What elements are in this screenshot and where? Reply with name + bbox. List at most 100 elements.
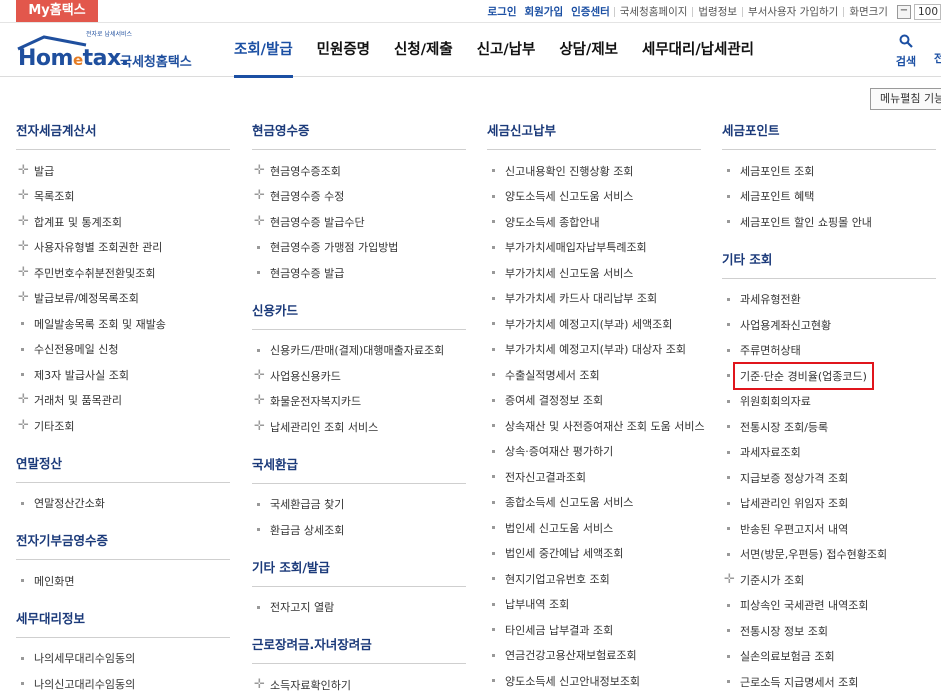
menu-item[interactable]: 신용카드/판매(결제)대행매출자료조회 — [252, 338, 466, 364]
nav-tax-agent[interactable]: 세무대리/납세관리 — [642, 23, 754, 77]
menu-item[interactable]: 과세유형전환 — [722, 287, 936, 313]
nts-homepage-link[interactable]: 국세청홈페이지 — [613, 6, 693, 17]
section-title[interactable]: 국세환급 — [252, 454, 466, 484]
search-button[interactable]: 검색 — [891, 33, 921, 69]
section-title[interactable]: 기타 조회/발급 — [252, 557, 466, 587]
menu-item[interactable]: 부가가치세 예정고지(부과) 세액조회 — [487, 311, 701, 337]
menu-item[interactable]: 지급보증 정상가격 조회 — [722, 465, 936, 491]
menu-item[interactable]: 법인세 중간예납 세액조회 — [487, 541, 701, 567]
all-menu-button[interactable]: 전 — [934, 50, 941, 66]
my-hometax-button[interactable]: My홈택스 — [16, 0, 98, 22]
menu-item[interactable]: 신고내용확인 진행상황 조회 — [487, 158, 701, 184]
menu-item[interactable]: 근로소득 지급명세서 조회 — [722, 669, 936, 692]
menu-item[interactable]: 부가가치세 카드사 대리납부 조회 — [487, 286, 701, 312]
menu-item[interactable]: 국세환급금 찾기 — [252, 492, 466, 518]
menu-item[interactable]: 상속·증여재산 평가하기 — [487, 439, 701, 465]
menu-item[interactable]: 부가가치세매입자납부특례조회 — [487, 235, 701, 261]
menu-item[interactable]: 연말정산간소화 — [16, 491, 230, 517]
nav-report-pay[interactable]: 신고/납부 — [477, 23, 536, 77]
menu-item[interactable]: 반송된 우편고지서 내역 — [722, 516, 936, 542]
menu-item[interactable]: 수신전용메일 신청 — [16, 337, 230, 363]
menu-item[interactable]: 양도소득세 신고도움 서비스 — [487, 184, 701, 210]
menu-item[interactable]: 나의세무대리수임동의 — [16, 646, 230, 672]
menu-item[interactable]: 상속재산 및 사전증여재산 조회 도움 서비스 — [487, 413, 705, 439]
section-title[interactable]: 전자세금계산서 — [16, 120, 230, 150]
menu-item[interactable]: 수출실적명세서 조회 — [487, 362, 701, 388]
hometax-logo[interactable]: 전자로 납세서비스 Hometax. 국세청홈택스 — [16, 29, 206, 73]
menu-item[interactable]: ✛ 소득자료확인하기 — [252, 672, 466, 692]
menu-item[interactable]: 부가가치세 예정고지(부과) 대상자 조회 — [487, 337, 701, 363]
menu-item[interactable]: 현지기업고유번호 조회 — [487, 566, 701, 592]
menu-item[interactable]: 증여세 결정정보 조회 — [487, 388, 701, 414]
menu-item[interactable]: 나의신고대리수임동의 — [16, 671, 230, 692]
cert-center-link[interactable]: 인증센터 — [567, 6, 614, 17]
section-title[interactable]: 기타 조회 — [722, 249, 936, 279]
menu-item[interactable]: ✛ 기준시가 조회 — [722, 567, 936, 593]
section-title[interactable]: 세금포인트 — [722, 120, 936, 150]
menu-item[interactable]: 메인화면 — [16, 568, 230, 594]
menu-item[interactable]: 제3자 발급사실 조회 — [16, 362, 230, 388]
menu-item[interactable]: 전통시장 정보 조회 — [722, 618, 936, 644]
section-title[interactable]: 세무대리정보 — [16, 608, 230, 638]
menu-item[interactable]: 현금영수증 발급 — [252, 260, 466, 286]
menu-item[interactable]: ✛ 사용자유형별 조회권한 관리 — [16, 235, 230, 261]
menu-item[interactable]: 세금포인트 혜택 — [722, 184, 936, 210]
menu-item[interactable]: ✛ 현금영수증 수정 — [252, 184, 466, 210]
zoom-out-button[interactable]: − — [896, 4, 911, 19]
menu-item[interactable]: 피상속인 국세관련 내역조회 — [722, 593, 936, 619]
menu-item[interactable]: 현금영수증 가맹점 가입방법 — [252, 235, 466, 261]
expand-plus-icon: ✛ — [254, 162, 265, 178]
menu-item[interactable]: 실손의료보험금 조회 — [722, 644, 936, 670]
menu-item[interactable]: 과세자료조회 — [722, 440, 936, 466]
menu-item[interactable]: 양도소득세 신고안내정보조회 — [487, 668, 701, 692]
menu-item[interactable]: 메일발송목록 조회 및 재발송 — [16, 311, 230, 337]
menu-item[interactable]: 전자신고결과조회 — [487, 464, 701, 490]
menu-expand-toggle[interactable]: 메뉴펼침 기능 — [870, 88, 941, 110]
menu-item[interactable]: 사업용계좌신고현황 — [722, 312, 936, 338]
menu-column-2: 현금영수증 ✛ 현금영수증조회 ✛ 현금영수증 수정 ✛ 현금영수증 발급수단 현금영수증 가… — [252, 120, 466, 692]
menu-item[interactable]: 타인세금 납부결과 조회 — [487, 617, 701, 643]
section-title[interactable]: 현금영수증 — [252, 120, 466, 150]
menu-item[interactable]: 납부내역 조회 — [487, 592, 701, 618]
section-title[interactable]: 근로장려금.자녀장려금 — [252, 634, 466, 664]
menu-item[interactable]: 양도소득세 종합안내 — [487, 209, 701, 235]
menu-item[interactable]: ✛ 화물운전자복지카드 — [252, 389, 466, 415]
menu-item[interactable]: 환급금 상세조회 — [252, 517, 466, 543]
menu-item[interactable]: 부가가치세 신고도움 서비스 — [487, 260, 701, 286]
section-title[interactable]: 연말정산 — [16, 453, 230, 483]
menu-item[interactable]: 전자고지 열람 — [252, 595, 466, 621]
menu-item[interactable]: ✛ 사업용신용카드 — [252, 363, 466, 389]
nav-inquiry-issue[interactable]: 조회/발급 — [234, 23, 293, 78]
menu-item[interactable]: 전통시장 조회/등록 — [722, 414, 936, 440]
menu-item[interactable]: 주류면허상태 — [722, 338, 936, 364]
menu-item[interactable]: ✛ 발급보류/예정목록조회 — [16, 286, 230, 312]
menu-item[interactable]: 종합소득세 신고도움 서비스 — [487, 490, 701, 516]
menu-item[interactable]: 법인세 신고도움 서비스 — [487, 515, 701, 541]
section-title[interactable]: 세금신고납부 — [487, 120, 701, 150]
menu-item-label: 세금포인트 조회 — [740, 164, 815, 178]
menu-item[interactable]: 세금포인트 조회 — [722, 158, 936, 184]
menu-item[interactable]: 서면(방문,우편등) 접수현황조회 — [722, 542, 936, 568]
menu-item[interactable]: 위원회회의자료 — [722, 389, 936, 415]
dept-user-signup-link[interactable]: 부서사용자 가입하기 — [742, 6, 843, 17]
nav-apply-submit[interactable]: 신청/제출 — [394, 23, 453, 77]
menu-item[interactable]: 연금건강고용산재보험료조회 — [487, 643, 701, 669]
login-link[interactable]: 로그인 — [484, 6, 521, 17]
nav-civil-certificate[interactable]: 민원증명 — [317, 23, 370, 77]
menu-item[interactable]: 납세관리인 위임자 조회 — [722, 491, 936, 517]
menu-item[interactable]: ✛ 합계표 및 통계조회 — [16, 209, 230, 235]
menu-item[interactable]: ✛ 거래처 및 품목관리 — [16, 388, 230, 414]
menu-item[interactable]: ✛ 발급 — [16, 158, 230, 184]
menu-item[interactable]: ✛ 납세관리인 조회 서비스 — [252, 414, 466, 440]
menu-item[interactable]: ✛ 목록조회 — [16, 184, 230, 210]
section-title[interactable]: 전자기부금영수증 — [16, 530, 230, 560]
menu-item[interactable]: ✛ 현금영수증 발급수단 — [252, 209, 466, 235]
section-title[interactable]: 신용카드 — [252, 300, 466, 330]
law-info-link[interactable]: 법령정보 — [692, 6, 742, 17]
nav-consult-report[interactable]: 상담/제보 — [559, 23, 618, 77]
signup-link[interactable]: 회원가입 — [520, 6, 567, 17]
menu-item[interactable]: 세금포인트 할인 쇼핑몰 안내 — [722, 209, 936, 235]
menu-item[interactable]: ✛ 현금영수증조회 — [252, 158, 466, 184]
menu-item[interactable]: ✛ 기타조회 — [16, 413, 230, 439]
menu-item[interactable]: ✛ 주민번호수취분전환및조회 — [16, 260, 230, 286]
